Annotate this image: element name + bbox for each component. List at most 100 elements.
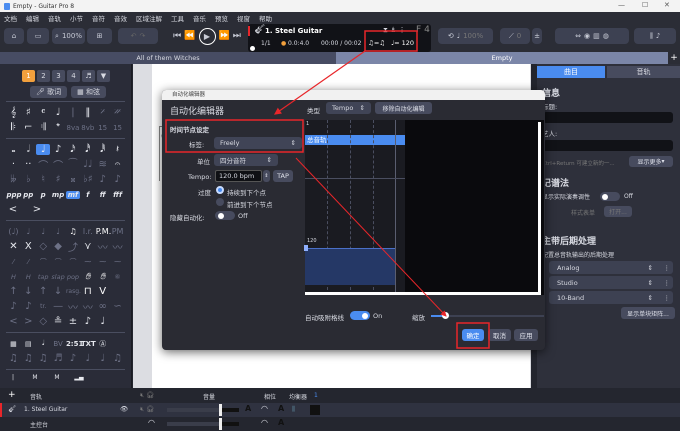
radio-advance[interactable]	[216, 198, 224, 206]
enharmonic-icon[interactable]: ♭♯	[81, 174, 95, 185]
volume-handle[interactable]	[218, 404, 222, 416]
key-icon[interactable]: ♯	[21, 107, 35, 118]
home-button[interactable]: ⌂	[4, 28, 24, 44]
mute-solo-icons[interactable]: 🔇︎ 🎧︎	[140, 405, 154, 414]
mp-icon[interactable]: mp	[51, 191, 65, 199]
chord-grid-icon[interactable]: ▤	[21, 340, 35, 348]
legato-slide-icon[interactable]: ⁓	[111, 258, 125, 266]
rest-icon[interactable]: 𝄽	[111, 144, 125, 155]
voice-2-button[interactable]: 2	[37, 70, 50, 82]
golpe-icon[interactable]: ±	[66, 316, 80, 327]
volume-slider[interactable]	[167, 404, 239, 416]
tempo-display[interactable]: ♩= 120	[391, 39, 414, 47]
whole-note-icon[interactable]: 𝅝	[6, 144, 20, 155]
effect-analog[interactable]: Analog ⇕ ⋮	[549, 261, 673, 274]
horizontal-scrollbar[interactable]	[305, 292, 541, 295]
pop-icon[interactable]: pop	[66, 273, 80, 281]
brush-up-icon[interactable]: ↑	[6, 286, 20, 297]
tie-note-icon[interactable]: ♩♩	[81, 159, 95, 170]
beam-bracket-icon[interactable]: ♬	[51, 353, 65, 364]
tempo-stepper[interactable]: ⇕	[263, 170, 270, 182]
ppp-icon[interactable]: ppp	[6, 191, 21, 199]
collapse-icon[interactable]: ▼	[97, 70, 110, 82]
downstroke-icon[interactable]: ⊓	[81, 286, 95, 297]
brush-down-icon[interactable]: ↓	[21, 286, 35, 297]
fingering-icon[interactable]: ♪	[81, 316, 95, 327]
wavy-icon[interactable]: 〰	[66, 299, 80, 314]
auto-beam-icon[interactable]: ♫	[6, 353, 20, 364]
mixer-icon[interactable]: ⫼	[650, 32, 653, 41]
more-icon-3[interactable]: M	[50, 374, 64, 381]
metronome-icon[interactable]: ⧗ ♗ ⋮	[383, 26, 406, 35]
voice-1-button[interactable]: 1	[22, 70, 35, 82]
64th-note-icon[interactable]: 𝅘𝅥𝅱	[96, 144, 110, 155]
dead-note-icon[interactable]: ✕	[6, 241, 20, 252]
bar-cell[interactable]	[310, 405, 320, 415]
string-number-icon[interactable]: ⑥	[111, 273, 125, 281]
eighth-note-icon[interactable]: ♪	[51, 144, 65, 155]
let-ring-note-icon[interactable]: ♫	[66, 227, 80, 236]
quindicesima-icon[interactable]: 15	[96, 124, 110, 132]
double-flat-icon[interactable]: 𝄫	[6, 174, 20, 185]
ottava-icon[interactable]: 8va	[66, 124, 80, 132]
forward-icon[interactable]: ⏩	[219, 31, 230, 41]
hammer-icon[interactable]: ⌒	[36, 257, 50, 267]
chords-button[interactable]: ▦ 和弦	[71, 86, 106, 98]
zoom-select[interactable]: ⌕ 100%	[52, 28, 85, 44]
alt-ending-icon[interactable]: ⌐	[21, 122, 35, 133]
fade-out-icon[interactable]: >	[21, 316, 35, 327]
close-button[interactable]: ✕	[664, 1, 670, 9]
double-bar-icon[interactable]: ‖	[81, 107, 95, 118]
layout-button[interactable]: ▭	[27, 28, 49, 44]
artist-input[interactable]	[543, 140, 673, 151]
dead-slap-icon[interactable]: ♩	[96, 316, 110, 327]
hopo-up-icon[interactable]: H	[21, 273, 35, 281]
automation-graph[interactable]: 1 总音轨 120	[304, 120, 544, 295]
menu-effects[interactable]: 音效	[114, 13, 127, 23]
effect-10-band[interactable]: 10-Band ⇕ ⋮	[549, 291, 673, 304]
artificial-harmonic-icon[interactable]: ◆	[51, 241, 65, 252]
concert-tone-toggle[interactable]	[600, 192, 620, 201]
piano-icon[interactable]: ▥	[593, 32, 600, 40]
ghost-note-icon[interactable]: (♩)	[6, 227, 20, 236]
snap-toggle[interactable]	[350, 311, 370, 320]
beam-break-icon[interactable]: 𝅘𝅥	[36, 339, 50, 348]
f-icon[interactable]: f	[81, 191, 95, 199]
fade-in-icon[interactable]: <	[6, 316, 20, 327]
track-name[interactable]: 1. Steel Guitar	[265, 27, 322, 35]
slide-out-icon[interactable]: ⁄	[21, 258, 35, 266]
add-track-button[interactable]: +	[8, 390, 16, 400]
quarter-note-icon[interactable]: ♩	[36, 144, 51, 155]
tremolo-bar-icon[interactable]: —	[51, 301, 65, 312]
tremolo-icon[interactable]: ≋	[96, 159, 110, 170]
menu-track[interactable]: 音轨	[48, 13, 61, 23]
annotation-icon[interactable]: Ⓐ	[96, 339, 110, 349]
effect-studio[interactable]: Studio ⇕ ⋮	[549, 276, 673, 289]
menu-help[interactable]: 帮助	[259, 13, 272, 23]
master-volume-slider[interactable]	[167, 418, 239, 430]
tuplet-icon[interactable]: ⌒	[36, 157, 50, 172]
fit-icon[interactable]: ⇔	[575, 32, 581, 40]
arpeggio-up-icon[interactable]: ↑	[36, 286, 50, 297]
repeat-bar-icon[interactable]: 𝄎	[96, 107, 110, 118]
unit-select[interactable]: 四分音符 ⇕	[214, 154, 278, 166]
volume-handle[interactable]	[218, 418, 222, 430]
play-button[interactable]: ▶	[198, 27, 216, 45]
slap-icon[interactable]: slap	[51, 273, 65, 281]
inverted-turn-icon[interactable]: ∽	[111, 301, 125, 312]
arpeggio-down-icon[interactable]: ↓	[51, 286, 65, 297]
fff-icon[interactable]: fff	[111, 191, 125, 199]
hide-automation-toggle[interactable]	[215, 211, 235, 220]
new-tab-button[interactable]: +	[668, 52, 680, 64]
upstroke-icon[interactable]: V	[96, 286, 110, 297]
zoom-slider-handle[interactable]	[441, 312, 449, 319]
hopo-icon[interactable]: H	[6, 273, 20, 281]
timer-icon[interactable]: 2:51	[66, 340, 83, 348]
pm-icon[interactable]: PM	[111, 227, 125, 236]
master-knob[interactable]: ◠	[148, 418, 155, 427]
fermata-icon[interactable]: 𝄐	[111, 159, 125, 170]
barline-icon[interactable]: |	[66, 107, 80, 118]
menu-preview[interactable]: 预览	[215, 13, 228, 23]
menu-tools[interactable]: 工具	[171, 13, 184, 23]
grace-before-icon[interactable]: ♪	[96, 174, 110, 185]
